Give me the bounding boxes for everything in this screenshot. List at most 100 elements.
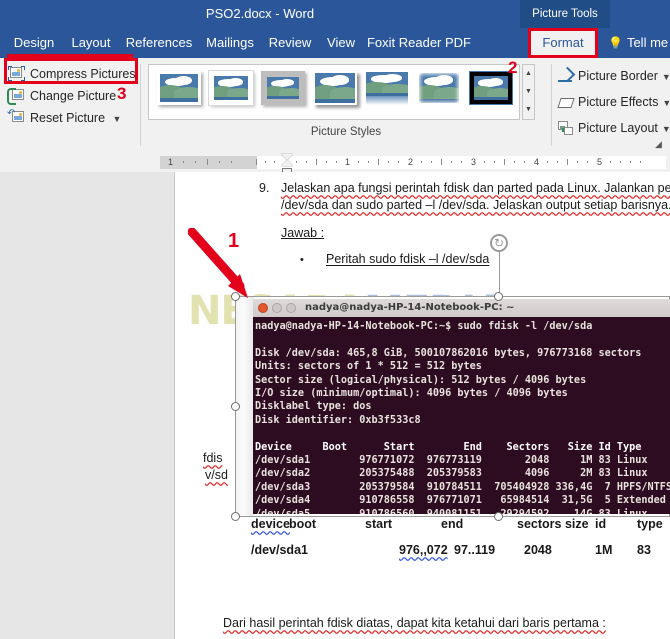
terminal-close-button[interactable] [258,303,268,313]
table-header-boot: boot [289,517,317,531]
answer-label: Jawab : [281,226,325,240]
gallery-scrollbar[interactable]: ▲ ▼ ▼ [522,64,535,120]
terminal-line-13: /dev/sda4 910786558 976771071 65984514 3… [255,495,666,507]
hanging-indent-marker[interactable] [281,160,293,166]
picture-effects-label: Picture Effects [578,95,659,109]
picture-layout-label: Picture Layout [578,121,658,135]
gallery-scroll-down-button[interactable]: ▼ [523,83,534,101]
bullet-glyph: • [300,254,304,266]
picture-border-icon [558,66,576,83]
bullet-line-1: Peritah sudo fdisk –l /dev/sda [326,252,490,266]
gallery-scroll-up-button[interactable]: ▲ [523,65,534,83]
change-picture-label: Change Picture [30,89,117,103]
terminal-line-5: I/O size (minimum/optimal): 4096 bytes /… [255,388,568,400]
rotate-handle[interactable]: ↻ [490,234,508,252]
terminal-line-12: /dev/sda3 205379584 910784511 705404928 … [255,481,670,493]
terminal-line-3: Units: sectors of 1 * 512 = 512 bytes [255,361,482,373]
chevron-down-icon-border[interactable]: ▼ [662,72,670,82]
picture-style-thumb-0[interactable] [157,71,201,105]
annotation-number-1: 1 [228,230,240,252]
question-line-1: Jelaskan apa fungsi perintah fdisk dan p… [281,181,670,195]
question-number: 9. [259,181,270,195]
picture-styles-gallery[interactable] [148,64,520,120]
table-header-device: device [251,517,290,531]
gallery-more-button[interactable]: ▼ [523,101,534,119]
picture-style-thumb-3[interactable] [313,71,357,105]
ribbon-group-picture-styles: ▲ ▼ ▼ Picture Styles [141,58,551,153]
terminal-line-6: Disklabel type: dos [255,401,372,413]
picture-style-thumb-6[interactable] [469,71,513,105]
reset-picture-label: Reset Picture [30,111,106,125]
terminal-line-2: Disk /dev/sda: 465,8 GiB, 500107862016 b… [255,347,642,359]
rotation-stem [499,252,500,296]
behind-image-text-1: fdis [203,451,223,465]
tab-foxit-reader-pdf[interactable]: Foxit Reader PDF [364,28,474,58]
reset-picture-button[interactable]: ↶ Reset Picture ▼ [7,108,122,129]
annotation-number-3: 3 [117,84,127,103]
annotation-box-format-tab [528,28,598,58]
lightbulb-icon: 💡 [608,36,623,50]
annotation-underline-design-layout [7,54,133,58]
dialog-box-launcher[interactable]: ◢ [655,139,665,149]
ruler-number-2: 2 [408,157,414,167]
chevron-down-icon-effects[interactable]: ▼ [662,98,670,108]
picture-effects-button[interactable]: Picture Effects ▼ [557,92,670,113]
resize-handle-bottom-right[interactable] [494,512,503,521]
picture-style-thumb-5[interactable] [417,71,461,105]
closing-line: Dari hasil perintah fdisk diatas, dapat … [223,616,606,630]
terminal-line-0: nadya@nadya-HP-14-Notebook-PC:~$ sudo fd… [255,321,593,332]
chevron-down-icon-layout[interactable]: ▼ [662,124,670,134]
terminal-title: nadya@nadya-HP-14-Notebook-PC: ~ [305,302,515,313]
tab-review[interactable]: Review [262,28,318,58]
resize-handle-top-right[interactable] [494,292,503,301]
title-bar: PSO2.docx - Word Picture Tools [0,0,670,28]
picture-style-thumb-1[interactable] [209,71,253,105]
ruler-number-0: 1 [168,157,174,167]
table-header-end: end [441,517,464,531]
picture-border-label: Picture Border [578,69,658,83]
chevron-down-icon[interactable]: ▼ [113,114,122,124]
terminal-screenshot: nadya@nadya-HP-14-Notebook-PC: ~ nadya@n… [253,299,670,514]
annotation-arrow-1 [188,228,248,298]
table-cell-device: /dev/sda1 [251,543,308,557]
terminal-title-bar: nadya@nadya-HP-14-Notebook-PC: ~ [253,299,670,318]
table-header-id: id [595,517,607,531]
ruler-left-margin [160,156,257,169]
picture-effects-icon [557,95,575,109]
picture-styles-group-label: Picture Styles [310,126,382,138]
annotation-number-2: 2 [508,58,518,77]
tell-me-box[interactable]: 💡 Tell me [608,28,668,58]
change-picture-icon [7,88,25,105]
terminal-line-10: /dev/sda1 976771072 976773119 2048 1M 83… [255,455,648,467]
table-cell-start: 976,,072 [399,543,448,557]
terminal-line-1 [255,333,670,346]
picture-layout-button[interactable]: Picture Layout ▼ [558,118,670,139]
tab-view[interactable]: View [318,28,364,58]
terminal-line-14: /dev/sda5 910786560 940081151 29294592 1… [255,508,670,514]
table-cell-id: 83 [637,543,651,557]
resize-handle-bottom-left[interactable] [231,512,240,521]
change-picture-button[interactable]: Change Picture [7,86,117,107]
selected-picture[interactable]: nadya@nadya-HP-14-Notebook-PC: ~ nadya@n… [235,296,670,517]
ribbon-group-picture-options: Picture Border ▼ Picture Effects ▼ Picture… [552,58,670,153]
horizontal-ruler[interactable]: 1 1 2 3 4 5 [0,153,670,174]
table-cell-size: 1M [595,543,613,557]
resize-handle-middle-left[interactable] [231,402,240,411]
terminal-line-7: Disk identifier: 0xb3f533c8 [255,414,421,426]
behind-image-text-2: v/sd [205,468,228,482]
contextual-tab-label: Picture Tools [520,0,610,28]
terminal-maximize-button[interactable] [286,303,296,313]
reset-picture-icon: ↶ [7,109,25,125]
picture-style-thumb-2[interactable] [261,71,305,105]
terminal-line-8 [255,427,670,440]
window-title: PSO2.docx - Word [205,6,315,21]
terminal-minimize-button[interactable] [272,303,282,313]
terminal-output: nadya@nadya-HP-14-Notebook-PC:~$ sudo fd… [253,317,670,514]
picture-border-button[interactable]: Picture Border ▼ [558,66,670,87]
picture-style-thumb-4[interactable] [365,71,409,105]
tab-mailings[interactable]: Mailings [198,28,262,58]
ruler-number-1: 1 [345,157,351,167]
ruler-number-5: 5 [597,157,603,167]
ruler-number-4: 4 [534,157,540,167]
picture-layout-icon [558,121,573,135]
